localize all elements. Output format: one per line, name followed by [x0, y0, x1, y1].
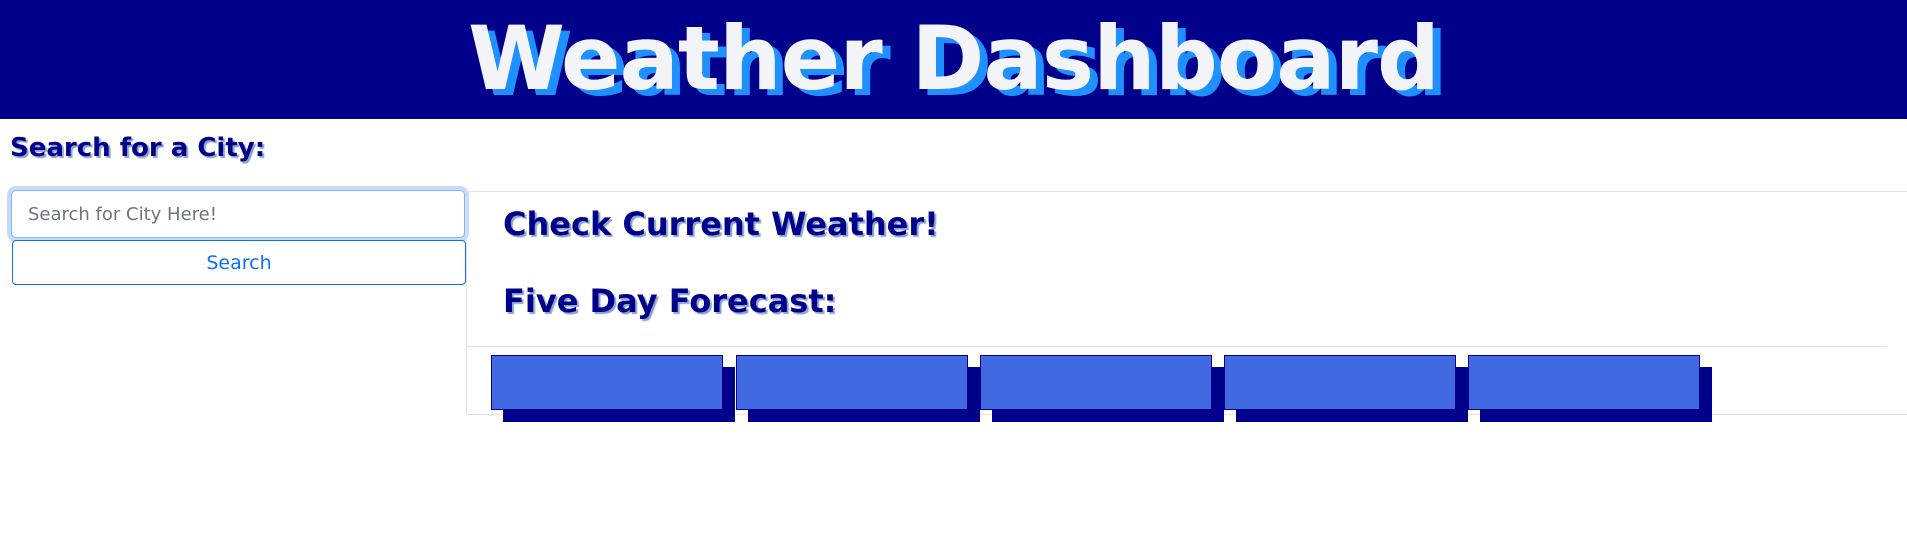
forecast-card-day-5	[1468, 355, 1700, 410]
forecast-card-day-2	[736, 355, 968, 410]
search-button[interactable]: Search	[12, 240, 466, 285]
city-search-input[interactable]	[11, 190, 465, 238]
current-weather-title: Check Current Weather!	[503, 205, 939, 243]
forecast-card-day-3	[980, 355, 1212, 410]
page-header: Weather Dashboard	[0, 0, 1907, 119]
forecast-card-day-1	[491, 355, 723, 410]
five-day-forecast-title: Five Day Forecast:	[503, 282, 837, 320]
weather-panel: Check Current Weather! Five Day Forecast…	[466, 191, 1907, 415]
forecast-divider	[467, 346, 1887, 347]
search-label: Search for a City:	[10, 133, 266, 163]
forecast-card-day-4	[1224, 355, 1456, 410]
page-title: Weather Dashboard	[467, 6, 1440, 110]
